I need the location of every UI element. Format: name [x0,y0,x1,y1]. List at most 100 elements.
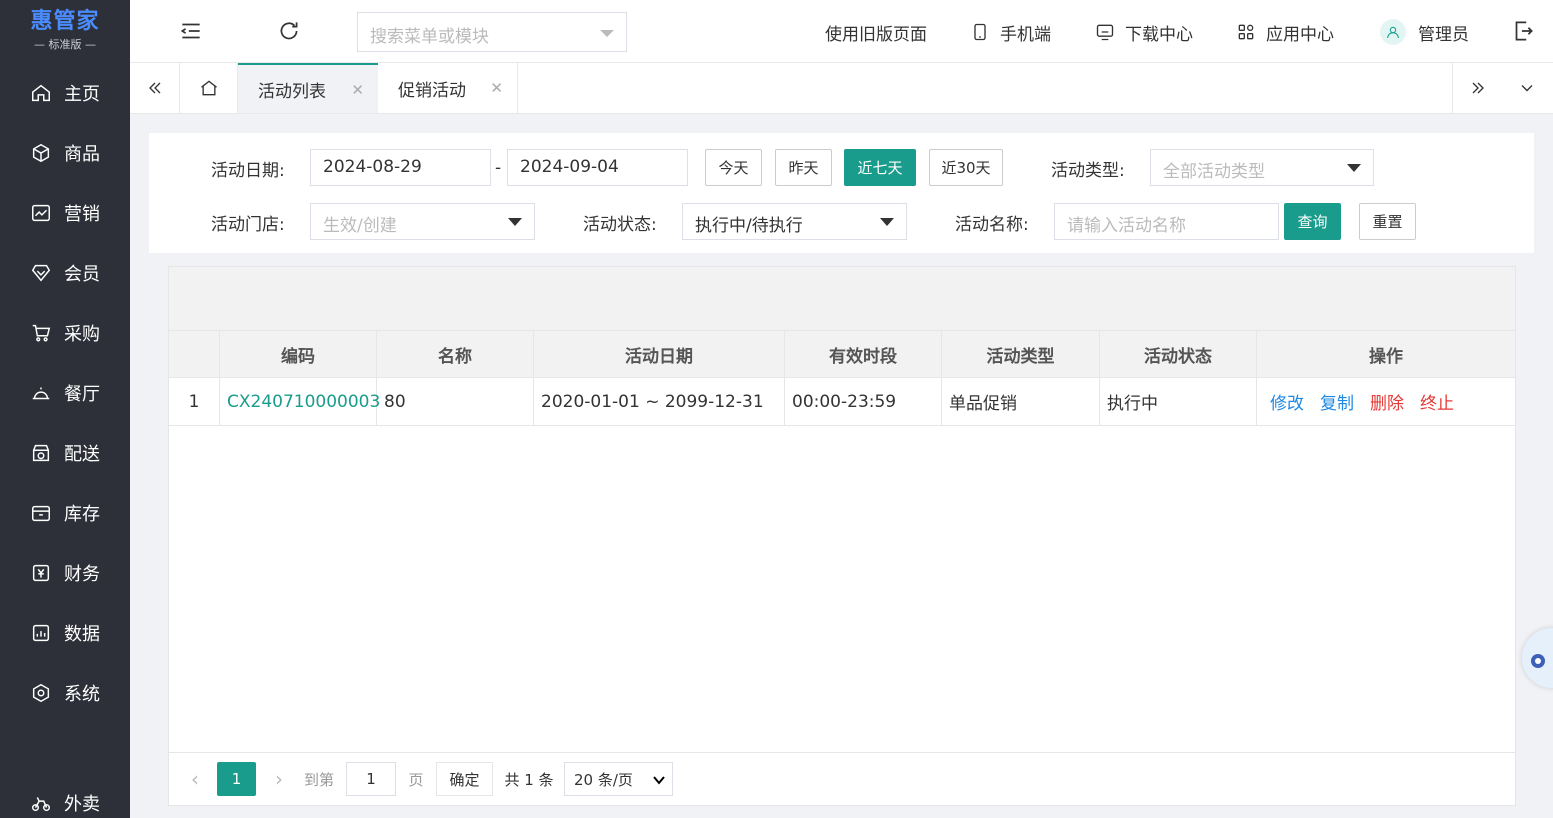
sidebar-item-inventory[interactable]: 库存 [0,493,130,533]
last-7-days-button[interactable]: 近七天 [844,149,916,186]
next-page-icon[interactable]: › [267,762,291,796]
user-icon [1387,26,1399,39]
column-header-code[interactable]: 编码 [220,331,377,377]
edit-link[interactable]: 修改 [1270,389,1304,414]
cloche-icon [32,387,50,400]
delete-link[interactable]: 删除 [1370,389,1404,414]
goto-confirm-button[interactable]: 确定 [436,762,493,796]
logout-icon[interactable] [1510,18,1536,44]
refresh-icon[interactable] [276,18,302,44]
apps-icon [1238,24,1254,40]
tabs-scroll-left-button[interactable] [130,63,180,113]
yesterday-button[interactable]: 昨天 [775,149,832,186]
last-30-days-button[interactable]: 近30天 [929,149,1003,186]
app-center-link[interactable]: 应用中心 [1236,20,1334,45]
chart-icon [32,204,50,222]
sidebar-item-marketing[interactable]: 营销 [0,193,130,233]
sidebar-item-system[interactable]: 系统 [0,673,130,713]
column-header-index [169,331,220,377]
tab-promotion[interactable]: 促销活动 ✕ [378,63,518,113]
store-icon [32,444,50,462]
sidebar-item-finance[interactable]: 财务 [0,553,130,593]
date-end-input[interactable]: 2024-09-04 [507,149,688,186]
status-select[interactable]: 执行中/待执行 [682,203,907,240]
row-code-link[interactable]: CX240710000003 [220,378,380,425]
date-start-input[interactable]: 2024-08-29 [310,149,491,186]
menu-toggle-icon[interactable] [178,18,204,44]
chevron-down-icon [600,30,614,37]
sidebar-item-member[interactable]: 会员 [0,253,130,293]
column-header-period[interactable]: 有效时段 [785,331,942,377]
tabs-menu-button[interactable] [1502,63,1552,113]
goto-label: 到第 [303,770,334,789]
home-icon [200,80,217,96]
store-select[interactable]: 生效/创建 [310,203,535,240]
tab-home[interactable] [180,63,238,113]
column-header-type[interactable]: 活动类型 [942,331,1100,377]
column-header-name[interactable]: 名称 [377,331,534,377]
old-version-link[interactable]: 使用旧版页面 [825,20,927,45]
sidebar-item-delivery[interactable]: 配送 [0,433,130,473]
top-header: 搜索菜单或模块 使用旧版页面 手机端 下载中心 应用中心 管理员 [130,0,1553,63]
tabs-scroll-right-button[interactable] [1452,63,1502,113]
column-header-date[interactable]: 活动日期 [534,331,785,377]
sidebar-item-purchase[interactable]: 采购 [0,313,130,353]
data-icon [32,624,50,642]
table-toolbar [169,267,1515,330]
activity-table: 编码 名称 活动日期 有效时段 活动类型 活动状态 操作 1 CX2407100… [168,266,1516,806]
row-period: 00:00-23:59 [785,378,942,425]
activity-type-select[interactable]: 全部活动类型 [1150,149,1374,186]
reset-button[interactable]: 重置 [1359,203,1416,240]
sidebar-item-takeout[interactable]: 外卖 [0,783,130,818]
table-header: 编码 名称 活动日期 有效时段 活动类型 活动状态 操作 [169,330,1515,378]
double-chevron-left-icon [148,82,160,94]
avatar [1380,19,1406,45]
close-icon[interactable]: ✕ [490,79,503,97]
box-icon [32,505,50,522]
settings-icon [32,683,50,703]
row-status: 执行中 [1100,378,1257,425]
prev-page-icon[interactable]: ‹ [183,762,207,796]
yen-icon [32,564,50,582]
activity-name-input[interactable]: 请输入活动名称 [1054,203,1279,240]
date-separator: - [495,158,502,178]
assistant-float-button[interactable] [1522,628,1553,688]
user-menu[interactable]: 管理员 [1380,19,1469,45]
total-count: 共 1 条 [504,770,554,789]
menu-search-input[interactable]: 搜索菜单或模块 [357,12,627,52]
home-icon [32,84,50,102]
double-chevron-right-icon [1472,82,1484,94]
sidebar-item-home[interactable]: 主页 [0,73,130,113]
copy-link[interactable]: 复制 [1320,389,1354,414]
tab-activity-list[interactable]: 活动列表 ✕ [238,63,378,113]
name-label: 活动名称: [955,215,1029,235]
chevron-down-icon [653,776,665,785]
brand-logo[interactable]: 惠管家 — 标准版 — [0,0,130,62]
table-row[interactable]: 1 CX240710000003 80 2020-01-01 ~ 2099-12… [169,378,1515,426]
sidebar-item-restaurant[interactable]: 餐厅 [0,373,130,413]
page-unit-label: 页 [408,770,424,789]
sidebar: 惠管家 — 标准版 — 主页 商品 营销 会员 采购 餐厅 配送 库存 财务 数… [0,0,130,818]
sidebar-item-data[interactable]: 数据 [0,613,130,653]
brand-edition: — 标准版 — [34,38,96,51]
column-header-status[interactable]: 活动状态 [1100,331,1257,377]
today-button[interactable]: 今天 [705,149,762,186]
sidebar-item-goods[interactable]: 商品 [0,133,130,173]
terminate-link[interactable]: 终止 [1420,389,1454,414]
close-icon[interactable]: ✕ [351,81,364,99]
page-size-select[interactable]: 20 条/页 [564,762,673,796]
status-label: 活动状态: [583,215,657,235]
row-actions: 修改 复制 删除 终止 [1257,378,1515,425]
page-button-current[interactable]: 1 [217,762,256,796]
chevron-down-icon [1521,85,1533,92]
download-center-link[interactable]: 下载中心 [1095,20,1193,45]
row-name: 80 [377,378,534,425]
dropdown-arrow-icon [1347,164,1361,172]
search-button[interactable]: 查询 [1284,203,1341,240]
diamond-icon [31,264,51,282]
goto-page-input[interactable]: 1 [346,762,396,796]
dropdown-arrow-icon [880,218,894,226]
mobile-link[interactable]: 手机端 [970,20,1051,45]
monitor-icon [1096,24,1114,41]
row-type: 单品促销 [942,378,1100,425]
